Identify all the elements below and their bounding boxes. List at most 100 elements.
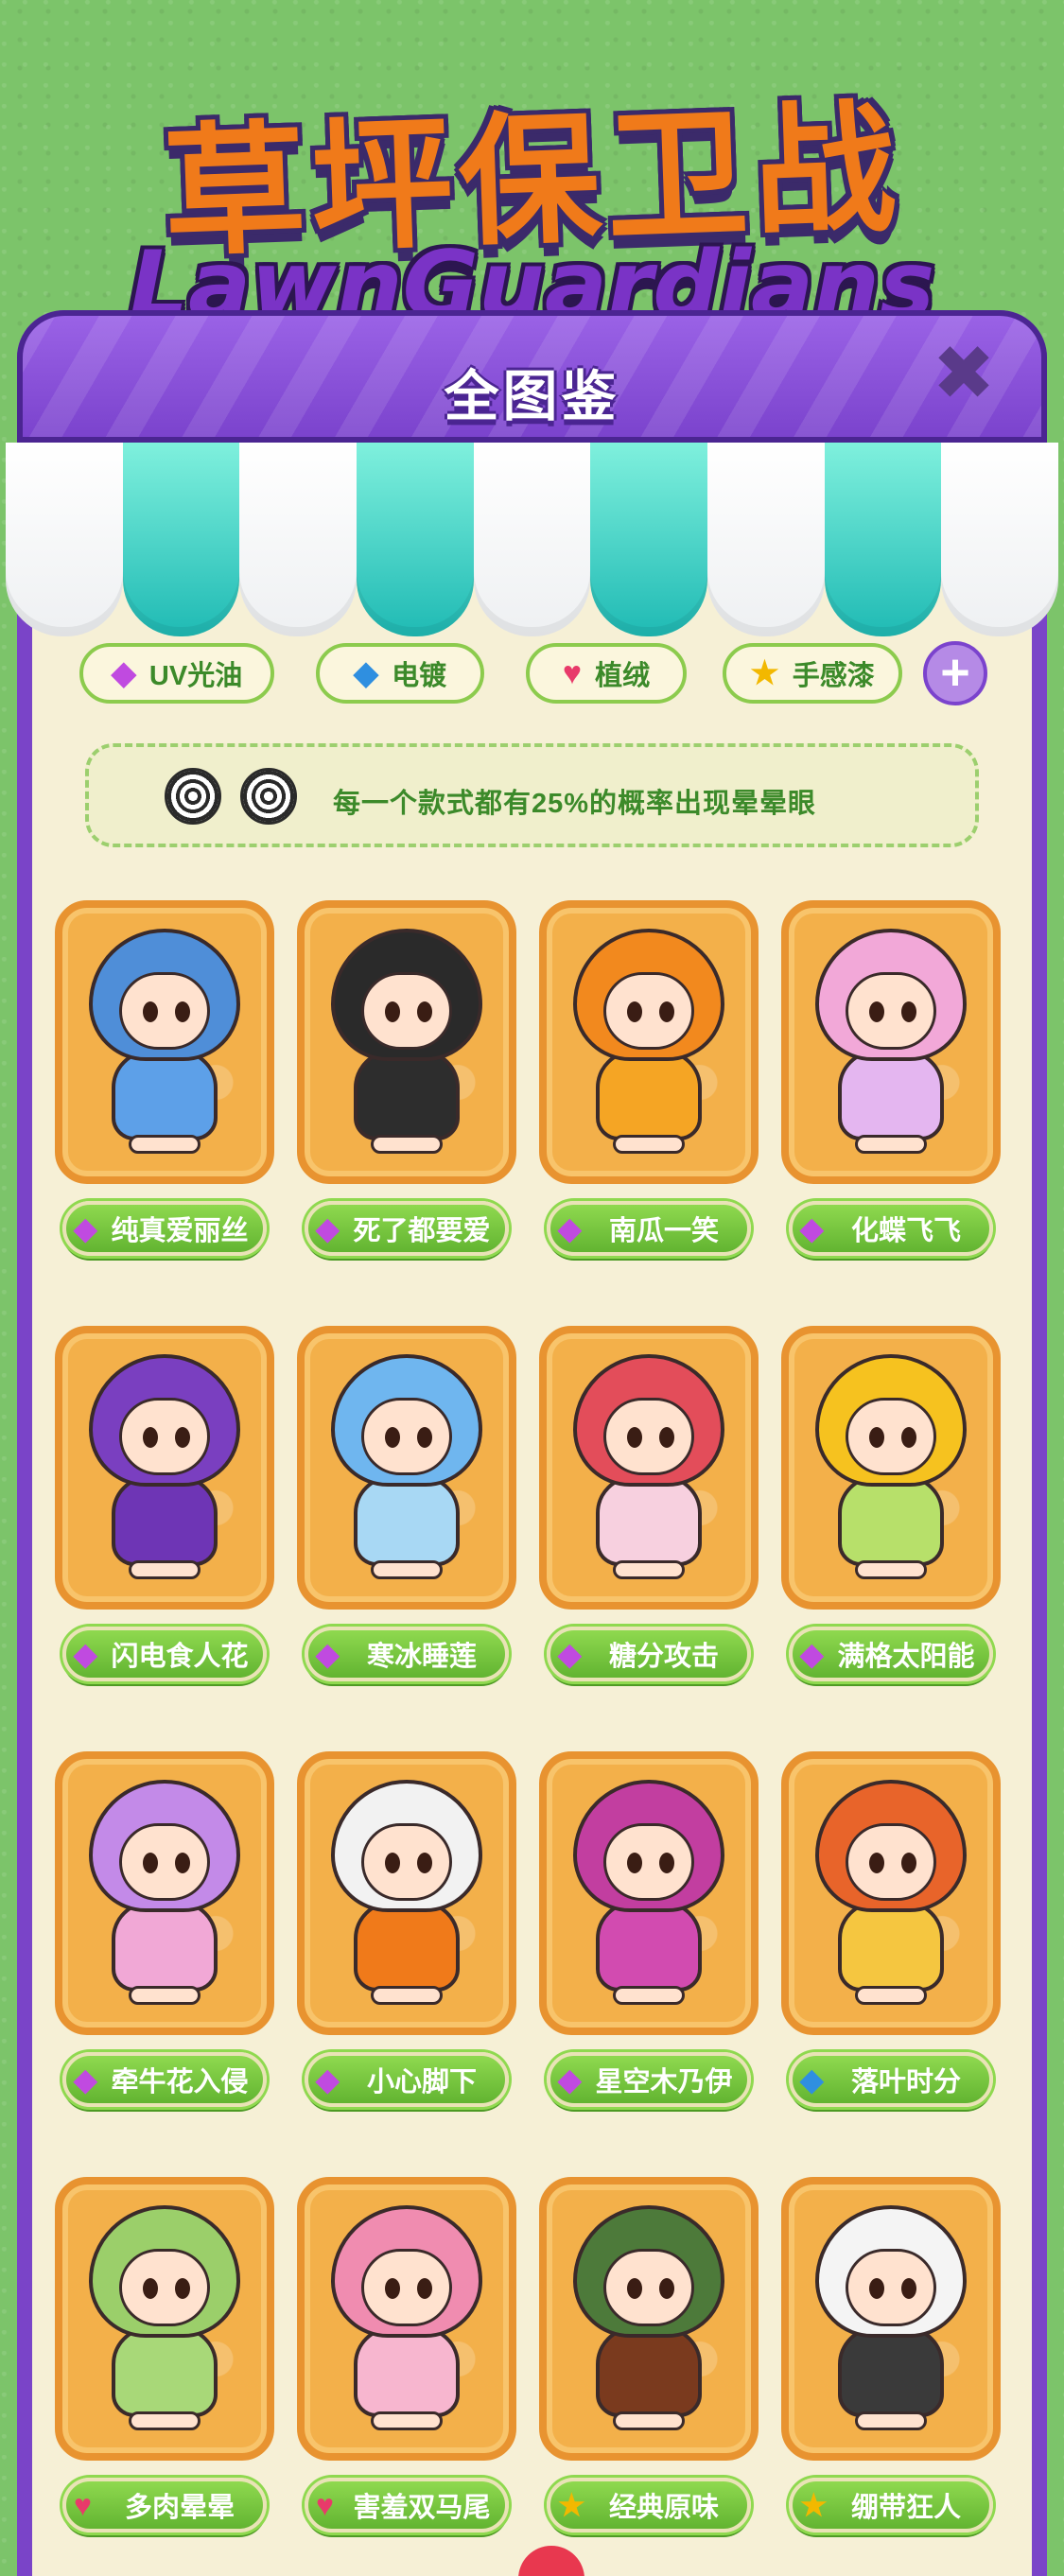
character-name-label[interactable]: ◆ 化蝶飞飞: [789, 1201, 993, 1256]
character-card[interactable]: [55, 1751, 274, 2035]
figure-eye: [659, 2278, 674, 2299]
tag-soft-touch[interactable]: ★ 手感漆: [723, 643, 902, 704]
figure-eye: [869, 2278, 884, 2299]
character-card[interactable]: [297, 2177, 516, 2461]
figure-eye: [143, 2278, 158, 2299]
character-card[interactable]: [55, 2177, 274, 2461]
character-figure: [560, 2196, 738, 2432]
figure-feet: [129, 2411, 201, 2430]
character-card[interactable]: [297, 900, 516, 1184]
character-figure: [318, 1770, 496, 2007]
figure-feet: [129, 1986, 201, 2005]
character-name: 多肉晕晕: [124, 2493, 235, 2523]
awning-stripe: [941, 443, 1059, 636]
figure-eye: [627, 1853, 642, 1873]
figure-feet: [613, 1986, 685, 2005]
finish-tags: ◆ UV光油 ◆ 电镀 ♥ 植绒 ★ 手感漆: [78, 643, 995, 705]
figure-feet: [855, 1560, 927, 1579]
character-name-label[interactable]: ◆ 南瓜一笑: [547, 1201, 751, 1256]
add-button[interactable]: +: [923, 641, 987, 705]
character-card[interactable]: [539, 1751, 759, 2035]
gold-star-icon: ★: [558, 2488, 585, 2522]
awning-stripe: [6, 443, 123, 636]
character-card[interactable]: [297, 1751, 516, 2035]
character-card[interactable]: [781, 900, 1001, 1184]
character-name-label[interactable]: ◆ 糖分攻击: [547, 1627, 751, 1681]
blue-diamond-icon: ◆: [800, 2063, 824, 2097]
figure-eye: [901, 2278, 916, 2299]
character-name: 纯真爱丽丝: [111, 1216, 249, 1246]
character-card[interactable]: [539, 1326, 759, 1610]
character-name: 寒冰睡莲: [366, 1642, 477, 1672]
figure-face: [119, 1398, 210, 1475]
figure-body: [838, 2326, 944, 2417]
red-heart-icon: ♥: [74, 2488, 92, 2522]
tag-uv[interactable]: ◆ UV光油: [79, 643, 274, 704]
purple-gem-icon: ◆: [74, 1637, 97, 1671]
figure-eye: [143, 1001, 158, 1022]
character-name-label[interactable]: ◆ 小心脚下: [305, 2052, 509, 2107]
tag-flocking[interactable]: ♥ 植绒: [526, 643, 687, 704]
character-card[interactable]: [55, 1326, 274, 1610]
close-button[interactable]: ✖: [931, 336, 997, 411]
character-figure: [76, 1345, 253, 1581]
character-name-label[interactable]: ◆ 满格太阳能: [789, 1627, 993, 1681]
figure-body: [112, 1050, 218, 1140]
character-figure: [802, 919, 980, 1156]
character-figure: [76, 919, 253, 1156]
character-name-label[interactable]: ★ 经典原味: [547, 2478, 751, 2532]
character-name-label[interactable]: ◆ 星空木乃伊: [547, 2052, 751, 2107]
character-card[interactable]: [55, 900, 274, 1184]
character-name-label[interactable]: ◆ 落叶时分: [789, 2052, 993, 2107]
figure-eye: [901, 1853, 916, 1873]
purple-gem-icon: ◆: [800, 1211, 824, 1245]
character-card[interactable]: [539, 2177, 759, 2461]
character-name: 化蝶飞飞: [850, 1216, 961, 1246]
figure-feet: [855, 2411, 927, 2430]
dizzy-eye-icon: [165, 768, 221, 825]
character-name-label[interactable]: ♥ 害羞双马尾: [305, 2478, 509, 2532]
character-name-label[interactable]: ♥ 多肉晕晕: [62, 2478, 267, 2532]
figure-body: [838, 1050, 944, 1140]
figure-eye: [869, 1427, 884, 1448]
figure-eye: [659, 1853, 674, 1873]
character-name: 牵牛花入侵: [111, 2067, 249, 2097]
character-card[interactable]: [781, 1751, 1001, 2035]
purple-gem-icon: ◆: [558, 1211, 582, 1245]
character-figure: [802, 1345, 980, 1581]
purple-gem-icon: ◆: [316, 2063, 340, 2097]
character-name-label[interactable]: ◆ 寒冰睡莲: [305, 1627, 509, 1681]
figure-body: [112, 2326, 218, 2417]
figure-feet: [371, 1135, 443, 1154]
figure-eye: [417, 2278, 432, 2299]
figure-body: [838, 1475, 944, 1566]
character-card[interactable]: [781, 1326, 1001, 1610]
character-card[interactable]: [297, 1326, 516, 1610]
figure-face: [603, 2249, 694, 2326]
figure-eye: [385, 2278, 400, 2299]
purple-gem-icon: ◆: [316, 1211, 340, 1245]
figure-eye: [627, 1001, 642, 1022]
figure-feet: [371, 2411, 443, 2430]
character-name-label[interactable]: ◆ 闪电食人花: [62, 1627, 267, 1681]
figure-face: [361, 2249, 452, 2326]
character-card[interactable]: [781, 2177, 1001, 2461]
character-card[interactable]: [539, 900, 759, 1184]
character-figure: [318, 919, 496, 1156]
character-name-label[interactable]: ★ 绷带狂人: [789, 2478, 993, 2532]
dizzy-eye-notice: 每一个款式都有25%的概率出现晕晕眼: [85, 743, 979, 847]
tag-plating[interactable]: ◆ 电镀: [316, 643, 484, 704]
character-figure: [318, 2196, 496, 2432]
character-name-label[interactable]: ◆ 纯真爱丽丝: [62, 1201, 267, 1256]
figure-feet: [129, 1560, 201, 1579]
awning-stripe: [590, 443, 708, 636]
character-name-label[interactable]: ◆ 牵牛花入侵: [62, 2052, 267, 2107]
figure-face: [361, 972, 452, 1050]
awning-stripe: [239, 443, 358, 636]
awning-stripe: [122, 443, 240, 636]
character-name-label[interactable]: ◆ 死了都要爱: [305, 1201, 509, 1256]
character-name: 南瓜一笑: [608, 1216, 719, 1246]
tag-label: 电镀: [392, 661, 447, 691]
figure-feet: [855, 1135, 927, 1154]
figure-face: [846, 1398, 936, 1475]
